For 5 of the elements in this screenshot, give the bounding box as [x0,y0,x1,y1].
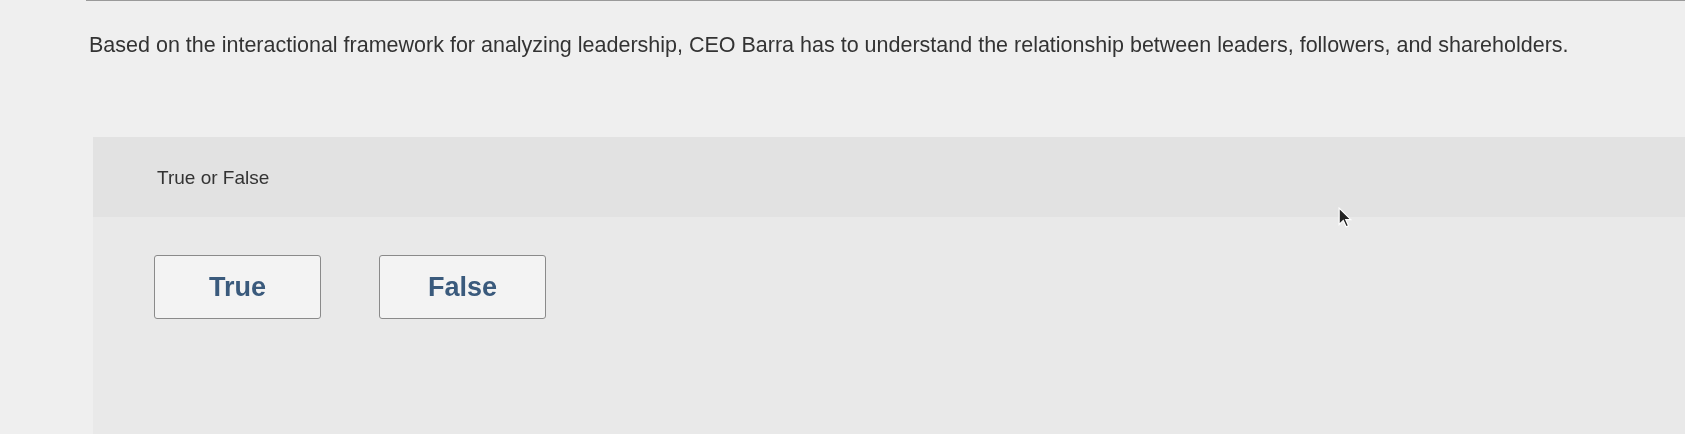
mouse-pointer-icon [1338,207,1352,228]
answer-option[interactable]: False [379,255,546,319]
question-text: Based on the interactional framework for analyzing leadership, CEO Barra has to understand the relationship between leaders, followers, and shareholders. [89,32,1570,59]
prompt-label: True or False [157,167,270,189]
answer-option[interactable]: True [154,255,321,319]
